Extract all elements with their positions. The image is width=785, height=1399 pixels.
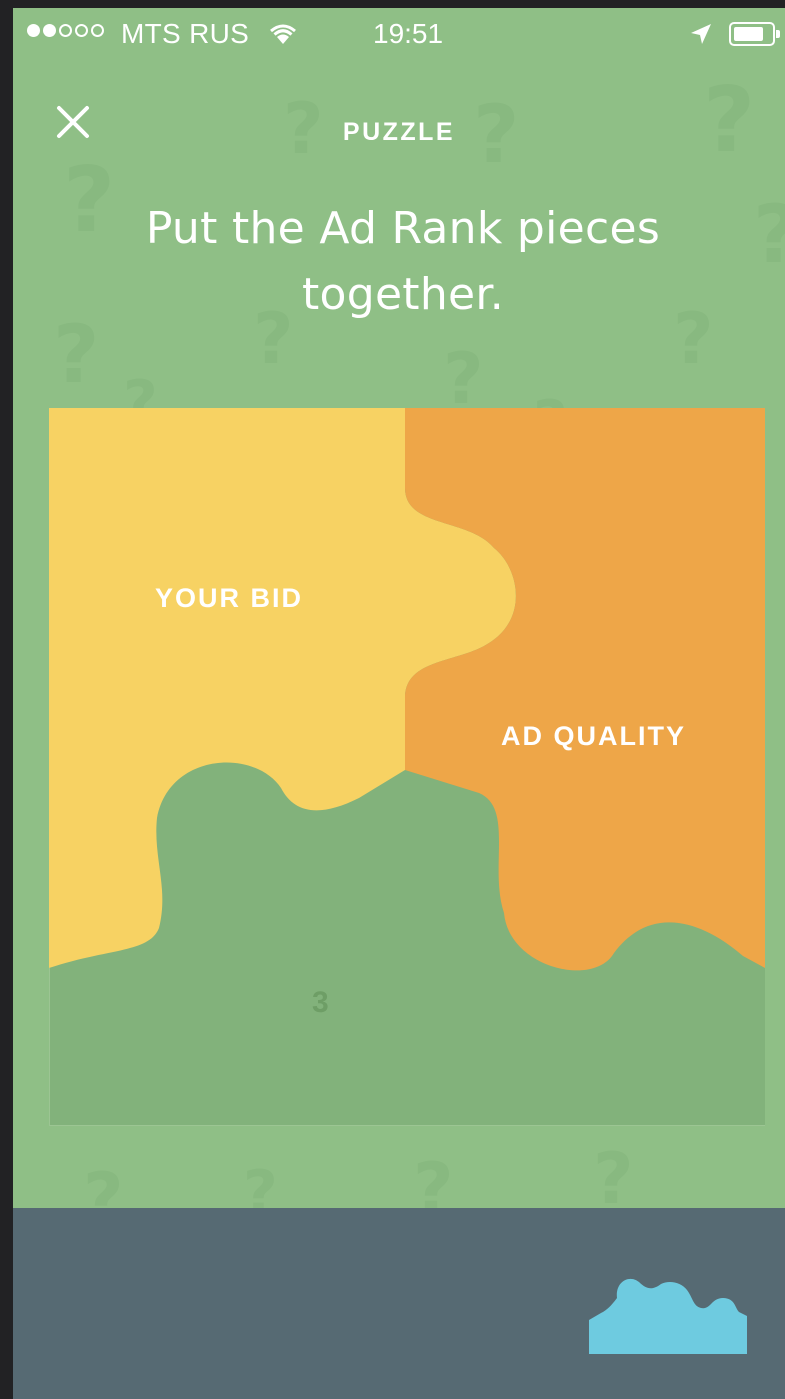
location-arrow-icon	[691, 24, 711, 44]
status-time: 19:51	[373, 18, 444, 49]
instruction-text: Put the Ad Rank pieces together.	[93, 196, 713, 328]
ad-quality-label: AD QUALITY	[501, 721, 686, 751]
question-mark-decoration: ?	[753, 188, 785, 281]
puzzle-screen: ???????????????? MTS RUS 19:51 PUZZLE Pu…	[13, 8, 785, 1399]
puzzle-board-graphic	[48, 408, 765, 1127]
instruction-line-2: together.	[301, 269, 505, 320]
battery-level	[734, 27, 763, 41]
puzzle-board: YOUR BID AD QUALITY 3	[48, 408, 765, 1127]
battery-icon	[729, 22, 780, 46]
your-bid-label: YOUR BID	[155, 583, 304, 613]
wifi-icon	[270, 24, 296, 44]
empty-slot-label: 3	[312, 986, 329, 1019]
piece-tray	[13, 1208, 785, 1399]
page-title: PUZZLE	[342, 118, 456, 146]
status-bar: MTS RUS 19:51	[13, 8, 785, 60]
signal-strength-icon	[27, 24, 104, 37]
carrier-name: MTS RUS	[121, 18, 250, 49]
instruction-line-1: Put the Ad Rank pieces	[145, 203, 661, 254]
puzzle-piece-icon[interactable]	[589, 1268, 749, 1358]
